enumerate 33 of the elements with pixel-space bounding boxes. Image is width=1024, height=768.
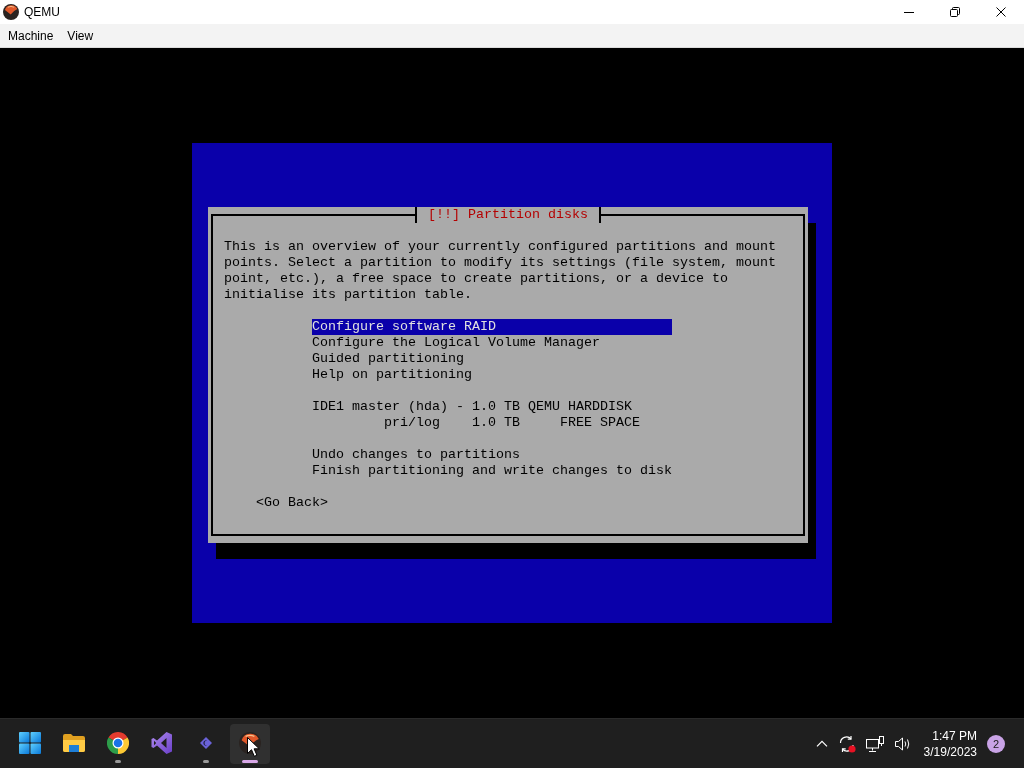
speaker-icon[interactable] <box>893 735 912 752</box>
clock-date[interactable]: 3/19/2023 <box>923 743 977 760</box>
chevron-up-icon[interactable] <box>815 740 828 747</box>
monitor-icon[interactable] <box>865 735 884 752</box>
diamond-icon <box>200 736 212 749</box>
restore-icon <box>950 7 960 17</box>
clock-time[interactable]: 1:47 PM <box>932 727 977 744</box>
go-back-button[interactable]: <Go Back> <box>256 495 328 511</box>
notification-badge[interactable]: 2 <box>987 734 1005 753</box>
minimize-icon <box>904 11 914 13</box>
menu-option[interactable]: Help on partitioning <box>312 367 672 383</box>
sphere-icon <box>3 4 19 20</box>
window-title: QEMU <box>24 4 60 20</box>
menu-option[interactable]: Configure the Logical Volume Manager <box>312 335 672 351</box>
folder-icon <box>62 732 86 753</box>
partition-entry[interactable]: pri/log 1.0 TB FREE SPACE <box>312 415 672 431</box>
close-icon <box>996 7 1006 17</box>
menu-option[interactable]: Undo changes to partitions <box>312 447 672 463</box>
menu-option[interactable]: Finish partitioning and write changes to disk <box>312 463 672 479</box>
disk-entry[interactable]: IDE1 master (hda) - 1.0 TB QEMU HARDDISK <box>312 399 672 415</box>
dialog-title: [!!] Partition disks <box>415 207 601 223</box>
sync-icon[interactable] <box>839 734 854 753</box>
menu-option[interactable]: Guided partitioning <box>312 351 672 367</box>
mouse-pointer-icon <box>247 737 260 757</box>
taskbar-button[interactable] <box>230 723 270 764</box>
ribbon-icon <box>151 731 173 754</box>
dialog-description: This is an overview of your currently configured partitions and mount points. Select a partition to modify its settings (file system, mount point, etc.), a free space to create partitions, or a device to initialise its partition table. <box>224 239 777 303</box>
alert-dot-icon <box>848 744 856 753</box>
color-ring-icon <box>107 731 129 754</box>
tiles-icon <box>19 731 41 754</box>
menu-option[interactable]: Configure software RAID <box>312 319 672 335</box>
menu-item[interactable]: View <box>60 25 101 46</box>
menu-item[interactable]: Machine <box>1 25 61 46</box>
